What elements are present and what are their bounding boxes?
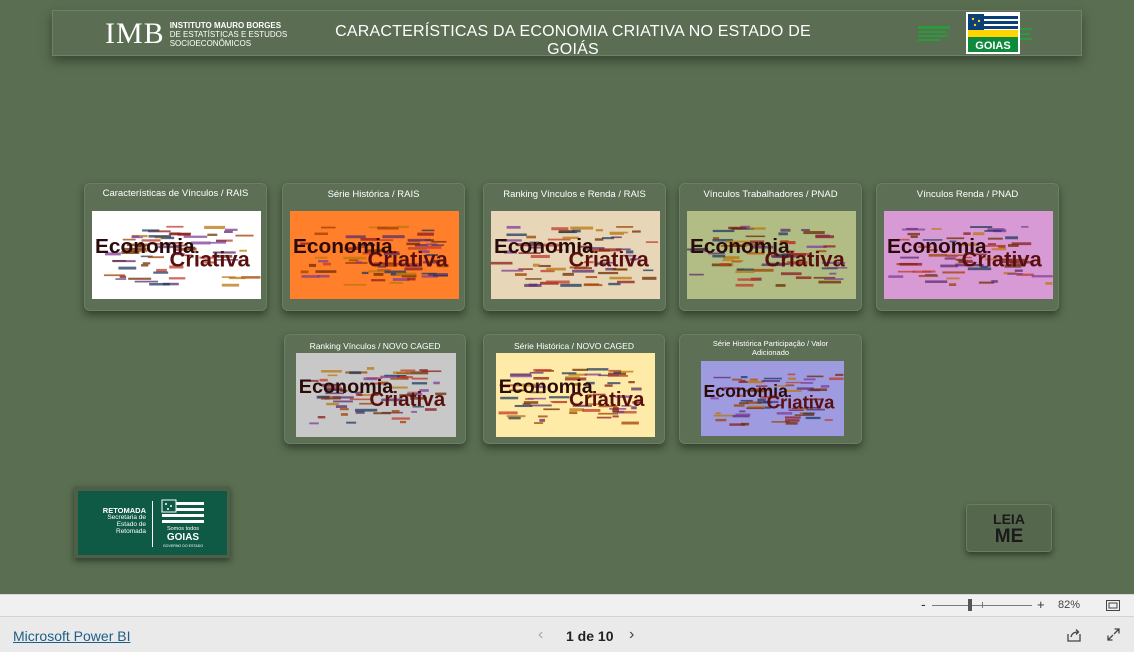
powerbi-footer: Microsoft Power BI ‹ 1 de 10 › — [0, 616, 1134, 652]
wordcloud-thumbnail[interactable]: Economia Criativa — [92, 211, 261, 299]
wordcloud-word-criativa: Criativa — [569, 247, 650, 272]
wordcloud-word-criativa: Criativa — [962, 247, 1043, 272]
next-page-button[interactable]: › — [629, 626, 634, 644]
wordcloud-word-criativa: Criativa — [369, 388, 445, 411]
card-title: Série Histórica Participação / Valor Adi… — [712, 339, 829, 357]
retomada-line3: Retomada — [116, 528, 146, 535]
report-canvas: IMB INSTITUTO MAURO BORGES DE ESTATÍSTIC… — [0, 0, 1134, 594]
wordcloud-image: EconomiaCriativa — [701, 361, 844, 436]
wordcloud-image: EconomiaCriativa — [296, 353, 456, 437]
goias-state-logo: GOIAS — [918, 12, 1033, 54]
zoom-level: 82% — [1058, 599, 1081, 611]
zoom-slider-thumb[interactable] — [968, 599, 972, 611]
wordcloud-word-criativa: Criativa — [765, 247, 846, 272]
imb-logo-line1: INSTITUTO MAURO BORGES — [169, 20, 282, 30]
goias-logo-text: GOIAS — [975, 40, 1010, 52]
card-serie-historica-rais[interactable]: Série Histórica / RAIS Economia Criativa — [282, 183, 465, 311]
imb-logo-line3: SOCIOECONÔMICOS — [169, 38, 252, 48]
card-serie-historica-novo-caged[interactable]: Série Histórica / NOVO CAGED Economia Cri… — [483, 334, 665, 444]
leia-me-line2: ME — [994, 526, 1024, 547]
imb-logo-line2: DE ESTATÍSTICAS E ESTUDOS — [169, 29, 288, 39]
leia-me-button[interactable]: LEIA ME — [966, 504, 1052, 552]
retomada-brand: GOIAS — [167, 532, 200, 543]
wordcloud-thumbnail[interactable]: Economia Criativa — [296, 353, 456, 437]
zoom-bar: - + 82% — [0, 594, 1134, 616]
retomada-line2: Estado de — [116, 521, 146, 528]
card-title: Vínculos Trabalhadores / PNAD — [703, 189, 838, 200]
wordcloud-image: EconomiaCriativa — [884, 211, 1053, 299]
imb-logo-mark: IMB — [105, 17, 165, 50]
page-title: CARACTERÍSTICAS DA ECONOMIA CRIATIVA NO … — [335, 23, 811, 58]
retomada-logo: RETOMADA Secretaria de Estado de Retomad… — [74, 486, 230, 558]
wordcloud-word-criativa: Criativa — [767, 392, 836, 413]
wordcloud-thumbnail[interactable]: Economia Criativa — [290, 211, 459, 299]
wordcloud-word-criativa: Criativa — [170, 247, 251, 272]
card-ranking-vinculos-renda-rais[interactable]: Ranking Vínculos e Renda / RAIS Economia… — [483, 183, 666, 311]
card-caracteristicas-vinculos-rais[interactable]: Características de Vínculos / RAIS Econo… — [84, 183, 267, 311]
retomada-gov: GOVERNO DO ESTADO — [163, 544, 203, 548]
wordcloud-image: EconomiaCriativa — [92, 211, 261, 299]
zoom-slider-default-tick — [982, 602, 983, 608]
retomada-line1: Secretaria de — [107, 514, 146, 521]
zoom-in-button[interactable]: + — [1037, 597, 1045, 612]
card-title: Série Histórica / RAIS — [327, 189, 420, 200]
wordcloud-image: EconomiaCriativa — [290, 211, 459, 299]
card-vinculos-trabalhadores-pnad[interactable]: Vínculos Trabalhadores / PNAD Economia Cr… — [679, 183, 862, 311]
fullscreen-icon[interactable] — [1107, 628, 1120, 641]
wordcloud-word-criativa: Criativa — [569, 388, 645, 411]
previous-page-button[interactable]: ‹ — [538, 626, 543, 644]
card-title: Série Histórica / NOVO CAGED — [514, 341, 634, 351]
card-title: Ranking Vínculos / NOVO CAGED — [309, 341, 441, 351]
card-serie-historica-participacao-valor-adicionado[interactable]: Série Histórica Participação / Valor Adi… — [679, 334, 862, 444]
wordcloud-thumbnail[interactable]: Economia Criativa — [884, 211, 1053, 299]
wordcloud-image: EconomiaCriativa — [491, 211, 660, 299]
wordcloud-thumbnail[interactable]: Economia Criativa — [687, 211, 856, 299]
wordcloud-image: EconomiaCriativa — [687, 211, 856, 299]
card-title: Vínculos Renda / PNAD — [916, 189, 1019, 200]
wordcloud-thumbnail[interactable]: Economia Criativa — [491, 211, 660, 299]
card-ranking-vinculos-novo-caged[interactable]: Ranking Vínculos / NOVO CAGED Economia Cr… — [284, 334, 466, 444]
retomada-divider — [152, 501, 153, 547]
card-vinculos-renda-pnad[interactable]: Vínculos Renda / PNAD Economia Criativa — [876, 183, 1059, 311]
zoom-out-button[interactable]: - — [921, 596, 926, 612]
page-indicator: 1 de 10 — [566, 628, 614, 644]
goias-flag-icon: Somos todos GOIAS GOVERNO DO ESTADO — [160, 499, 206, 549]
card-title: Características de Vínculos / RAIS — [102, 188, 249, 199]
microsoft-power-bi-link[interactable]: Microsoft Power BI — [13, 628, 130, 644]
retomada-label: RETOMADA — [102, 506, 146, 515]
imb-logo: IMB INSTITUTO MAURO BORGES DE ESTATÍSTIC… — [105, 17, 287, 51]
wordcloud-thumbnail[interactable]: Economia Criativa — [701, 361, 844, 436]
wordcloud-thumbnail[interactable]: Economia Criativa — [496, 353, 655, 437]
card-title: Ranking Vínculos e Renda / RAIS — [503, 189, 646, 200]
wordcloud-image: EconomiaCriativa — [496, 353, 655, 437]
report-header: IMB INSTITUTO MAURO BORGES DE ESTATÍSTIC… — [52, 10, 1082, 58]
fit-to-page-icon[interactable] — [1106, 600, 1120, 611]
wordcloud-word-criativa: Criativa — [368, 247, 449, 272]
share-icon[interactable] — [1067, 628, 1081, 642]
